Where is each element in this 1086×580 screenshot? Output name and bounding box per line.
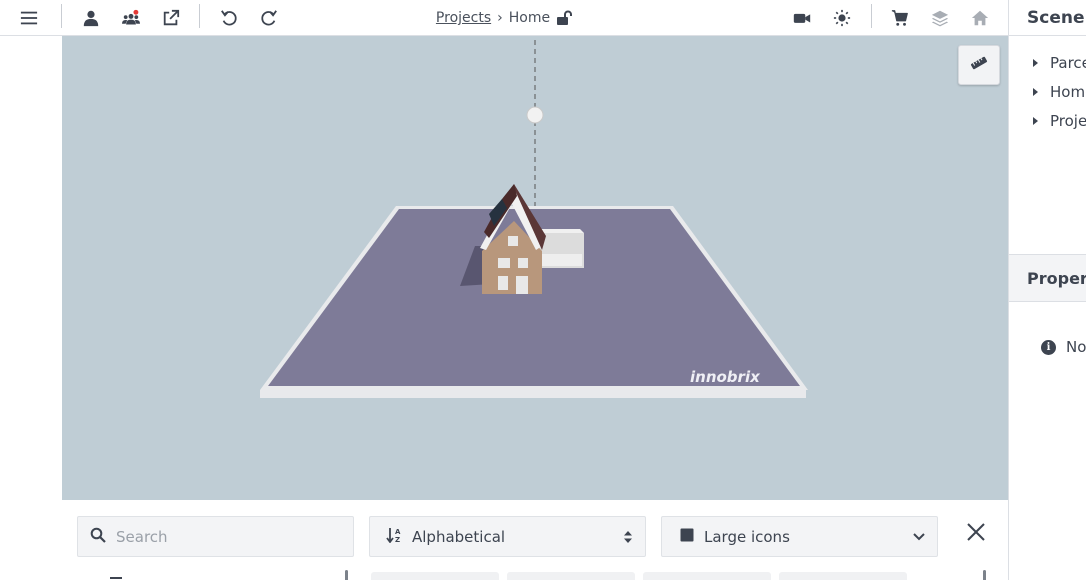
scene-item-parcel[interactable]: Parcel [1009, 48, 1086, 77]
view-mode-select[interactable]: Large icons [661, 516, 938, 557]
light-handle[interactable] [526, 106, 544, 124]
square-icon [680, 528, 694, 546]
no-selection-text: No selection [1066, 338, 1086, 356]
left-sidebar [0, 36, 62, 580]
search-icon [90, 527, 106, 547]
right-panel: Scene Parcel Home Project Properties i N… [1008, 0, 1086, 580]
svg-text:A: A [395, 528, 401, 536]
house-door [516, 276, 528, 294]
breadcrumb: Projects › Home [0, 0, 1008, 36]
scene-item-label: Project [1050, 111, 1086, 130]
ruler-icon [970, 54, 988, 76]
layers-icon[interactable] [926, 4, 954, 32]
toolbar-divider [871, 4, 872, 28]
no-selection-message: i No selection [1041, 338, 1086, 356]
toolbar-divider [199, 4, 200, 28]
share-external-icon[interactable] [157, 4, 185, 32]
svg-text:Z: Z [395, 536, 400, 543]
redo-icon[interactable] [255, 4, 283, 32]
3d-viewport[interactable]: innobrix [62, 36, 1008, 500]
scene-panel-title: Scene [1009, 0, 1086, 36]
catalog-tile[interactable] [507, 572, 635, 580]
team-icon[interactable] [117, 4, 145, 32]
breadcrumb-separator: › [497, 10, 503, 26]
close-icon [967, 523, 985, 545]
house-window [498, 276, 508, 290]
catalog-tile[interactable] [779, 572, 907, 580]
breadcrumb-projects-link[interactable]: Projects [436, 10, 491, 26]
chevron-down-icon [913, 517, 925, 556]
sort-updown-icon [623, 517, 633, 556]
scene-tree: Parcel Home Project [1009, 36, 1086, 135]
breadcrumb-current: Home [508, 10, 551, 26]
top-toolbar: Projects › Home [0, 0, 1008, 36]
undo-icon[interactable] [215, 4, 243, 32]
user-icon[interactable] [77, 4, 105, 32]
sun-icon[interactable] [828, 4, 856, 32]
garage-door [540, 254, 582, 266]
app-window: Projects › Home innobrix Scene Parc Hom … [0, 0, 1086, 580]
properties-panel-title: Properties [1009, 254, 1086, 302]
catalog-tile[interactable] [643, 572, 771, 580]
menu-icon[interactable] [15, 4, 43, 32]
cart-icon[interactable] [886, 4, 914, 32]
search-box[interactable] [77, 516, 354, 557]
scene-item-label: Parcel [1050, 53, 1086, 72]
scene-item-home[interactable]: Home [1009, 77, 1086, 106]
sort-select-value: Alphabetical [412, 527, 506, 546]
plot-edge [260, 390, 806, 398]
category-scrollbar[interactable] [345, 570, 348, 580]
scene-item-label: Home [1050, 82, 1086, 101]
caret-right-icon[interactable] [1033, 116, 1038, 125]
catalog-scrollbar[interactable] [983, 570, 986, 580]
caret-right-icon[interactable] [1033, 87, 1038, 96]
catalog-tile[interactable] [371, 572, 499, 580]
close-catalog-button[interactable] [962, 520, 990, 548]
toolbar-divider [61, 4, 62, 28]
house-attic-window [508, 236, 518, 246]
camera-icon[interactable] [788, 4, 816, 32]
home-icon[interactable] [966, 4, 994, 32]
info-icon: i [1041, 339, 1056, 355]
caret-right-icon[interactable] [1033, 58, 1038, 67]
scene-item-project[interactable]: Project [1009, 106, 1086, 135]
sort-select[interactable]: AZ Alphabetical [369, 516, 646, 557]
search-input[interactable] [116, 527, 336, 546]
innobrix-watermark: innobrix [690, 368, 761, 386]
view-mode-value: Large icons [704, 527, 790, 546]
house-window [518, 258, 528, 268]
house-window [498, 258, 510, 268]
sort-alpha-icon: AZ [386, 527, 404, 547]
unlock-icon[interactable] [556, 10, 573, 26]
scene-render[interactable]: innobrix [62, 36, 1008, 500]
catalog-panel: AZ Alphabetical Large icons [62, 500, 1008, 580]
ruler-button[interactable] [958, 45, 1000, 85]
